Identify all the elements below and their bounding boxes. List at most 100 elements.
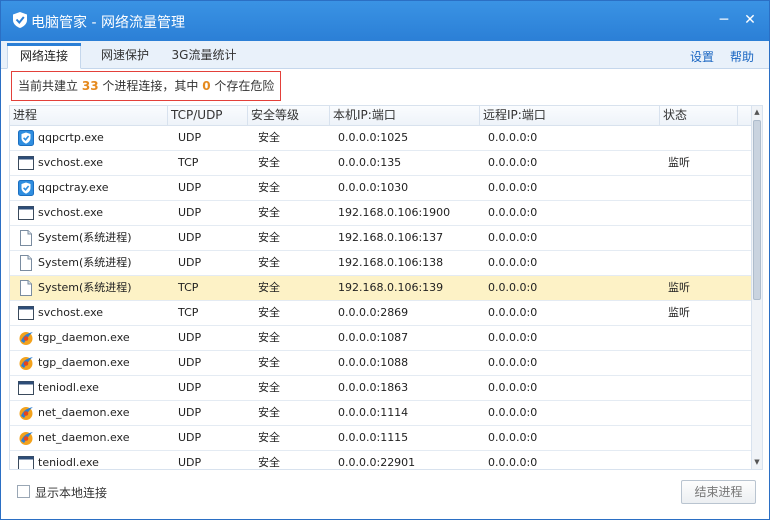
remote-address: 0.0.0.0:0 [488,431,538,444]
remote-address: 0.0.0.0:0 [488,181,538,194]
tab-3g-traffic[interactable]: 3G流量统计 [165,43,243,69]
process-name: System(系统进程) [38,231,132,244]
page-icon [18,230,34,246]
process-name: qqpcrtp.exe [38,131,104,144]
local-address: 0.0.0.0:1115 [338,431,409,444]
show-local-checkbox[interactable] [17,485,30,498]
table-row[interactable]: tgp_daemon.exe UDP 安全 0.0.0.0:1088 0.0.0.0:0 [10,351,752,376]
shield-icon [18,130,34,146]
remote-address: 0.0.0.0:0 [488,356,538,369]
window-icon [18,380,34,396]
scroll-down-icon[interactable]: ▼ [752,456,762,468]
process-name: teniodl.exe [38,381,99,394]
process-name: teniodl.exe [38,456,99,469]
window-icon [18,305,34,321]
vertical-scrollbar[interactable]: ▲ ▼ [751,106,762,469]
security-level: 安全 [258,356,280,369]
process-name: net_daemon.exe [38,406,130,419]
connection-status: 监听 [668,156,690,169]
connection-count: 33 [81,79,99,93]
local-address: 0.0.0.0:1030 [338,181,409,194]
minimize-button[interactable]: ─ [715,11,733,29]
column-status[interactable]: 状态 [660,106,738,126]
local-address: 0.0.0.0:135 [338,156,402,169]
process-name: System(系统进程) [38,256,132,269]
table-row[interactable]: svchost.exe TCP 安全 0.0.0.0:2869 0.0.0.0:0 监听 [10,301,752,326]
protocol: UDP [178,181,202,194]
tab-speed-protection[interactable]: 网速保护 [89,43,161,69]
remote-address: 0.0.0.0:0 [488,206,538,219]
column-security-level[interactable]: 安全等级 [248,106,330,126]
table-row[interactable]: svchost.exe UDP 安全 192.168.0.106:1900 0.0.0.… [10,201,752,226]
column-local-address[interactable]: 本机IP:端口 [330,106,480,126]
column-process[interactable]: 进程 [10,106,168,126]
tgp-icon [18,430,34,446]
table-row[interactable]: tgp_daemon.exe UDP 安全 0.0.0.0:1087 0.0.0.0:0 [10,326,752,351]
protocol: UDP [178,431,202,444]
table-row[interactable]: svchost.exe TCP 安全 0.0.0.0:135 0.0.0.0:0 监听 [10,151,752,176]
settings-link[interactable]: 设置 [690,48,714,65]
security-level: 安全 [258,231,280,244]
local-address: 0.0.0.0:1863 [338,381,409,394]
table-body: qqpcrtp.exe UDP 安全 0.0.0.0:1025 0.0.0.0:0 svc… [10,126,752,469]
column-protocol[interactable]: TCP/UDP [168,106,248,126]
protocol: UDP [178,331,202,344]
security-level: 安全 [258,181,280,194]
end-process-button[interactable]: 结束进程 [681,480,756,504]
table-row[interactable]: net_daemon.exe UDP 安全 0.0.0.0:1114 0.0.0.0:0 [10,401,752,426]
close-button[interactable]: ✕ [741,11,759,29]
shield-icon [18,180,34,196]
process-name: tgp_daemon.exe [38,331,130,344]
local-address: 192.168.0.106:1900 [338,206,451,219]
protocol: TCP [178,156,199,169]
table-row[interactable]: qqpctray.exe UDP 安全 0.0.0.0:1030 0.0.0.0:0 [10,176,752,201]
security-level: 安全 [258,131,280,144]
local-address: 0.0.0.0:1087 [338,331,409,344]
security-level: 安全 [258,156,280,169]
tab-network-connections[interactable]: 网络连接 [7,43,81,69]
page-icon [18,280,34,296]
protocol: UDP [178,131,202,144]
process-name: svchost.exe [38,206,104,219]
remote-address: 0.0.0.0:0 [488,131,538,144]
process-name: qqpctray.exe [38,181,109,194]
table-row[interactable]: net_daemon.exe UDP 安全 0.0.0.0:1115 0.0.0.0:0 [10,426,752,451]
table-row[interactable]: System(系统进程) TCP 安全 192.168.0.106:139 0.0.0.… [10,276,752,301]
table-row[interactable]: System(系统进程) UDP 安全 192.168.0.106:138 0.0.0.… [10,251,752,276]
process-name: tgp_daemon.exe [38,356,130,369]
local-address: 0.0.0.0:1025 [338,131,409,144]
table-row[interactable]: teniodl.exe UDP 安全 0.0.0.0:22901 0.0.0.0:0 [10,451,752,469]
help-link[interactable]: 帮助 [730,48,754,65]
app-window: 电脑管家 - 网络流量管理 ─ ✕ 网络连接 网速保护 3G流量统计 设置 帮助… [0,0,770,520]
protocol: UDP [178,406,202,419]
shield-logo-icon [13,12,27,28]
security-level: 安全 [258,431,280,444]
table-row[interactable]: qqpcrtp.exe UDP 安全 0.0.0.0:1025 0.0.0.0:0 [10,126,752,151]
table-row[interactable]: System(系统进程) UDP 安全 192.168.0.106:137 0.0.0.… [10,226,752,251]
local-address: 0.0.0.0:2869 [338,306,409,319]
connection-status: 监听 [668,306,690,319]
local-address: 0.0.0.0:1088 [338,356,409,369]
connection-status: 监听 [668,281,690,294]
protocol: UDP [178,356,202,369]
table-row[interactable]: teniodl.exe UDP 安全 0.0.0.0:1863 0.0.0.0:0 [10,376,752,401]
protocol: UDP [178,231,202,244]
process-name: System(系统进程) [38,281,132,294]
protocol: TCP [178,306,199,319]
scrollbar-thumb[interactable] [753,120,761,300]
protocol: UDP [178,456,202,469]
protocol: UDP [178,381,202,394]
protocol: UDP [178,206,202,219]
process-name: svchost.exe [38,156,104,169]
show-local-label[interactable]: 显示本地连接 [35,484,107,501]
remote-address: 0.0.0.0:0 [488,231,538,244]
summary-prefix: 当前共建立 [18,79,79,93]
security-level: 安全 [258,256,280,269]
window-icon [18,455,34,469]
protocol: UDP [178,256,202,269]
column-remote-address[interactable]: 远程IP:端口 [480,106,660,126]
process-name: svchost.exe [38,306,104,319]
summary-suffix: 个存在危险 [214,79,275,93]
summary-bar: 当前共建立 33 个进程连接，其中 0 个存在危险 [1,69,769,105]
scroll-up-icon[interactable]: ▲ [752,106,762,118]
